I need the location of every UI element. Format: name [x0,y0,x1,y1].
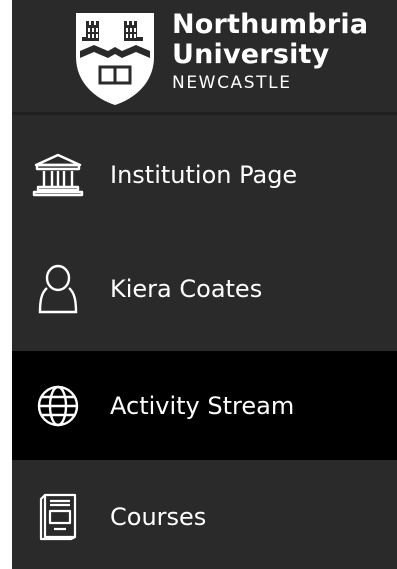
sidebar-nav: Institution Page Kiera Coates Activity S… [12,118,397,569]
globe-icon [26,374,90,438]
courses-icon [26,485,90,549]
user-icon [26,257,90,321]
app: Northumbria University NEWCASTLE Institu… [0,0,397,569]
crest-icon[interactable] [74,11,156,107]
logo-line-2: University [172,39,330,70]
nav-item-profile[interactable]: Kiera Coates [12,232,397,346]
logo-line-1: Northumbria [172,9,369,40]
sidebar-header: Northumbria University NEWCASTLE [12,0,397,115]
nav-label-institution-page: Institution Page [110,161,298,189]
nav-item-courses[interactable]: Courses [12,460,397,569]
logo-line-3: NEWCASTLE [172,73,292,93]
university-logo-text: Northumbria University NEWCASTLE [172,10,392,94]
nav-item-activity-stream[interactable]: Activity Stream [12,351,397,460]
nav-label-activity-stream: Activity Stream [110,391,295,420]
nav-label-profile: Kiera Coates [110,275,263,303]
sidebar: Northumbria University NEWCASTLE Institu… [12,0,397,569]
nav-label-courses: Courses [110,503,207,531]
institution-icon [26,143,90,207]
left-edge-strip [0,0,12,569]
nav-item-institution-page[interactable]: Institution Page [12,118,397,232]
